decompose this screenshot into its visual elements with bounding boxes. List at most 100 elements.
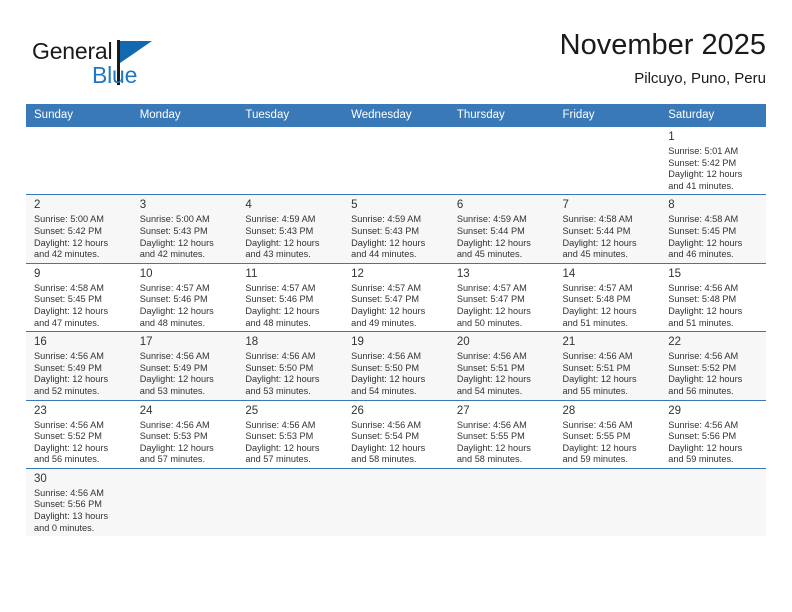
daylight-text: Daylight: 12 hours: [456, 305, 531, 316]
sunset-text: Sunset: 5:44 PM: [562, 225, 631, 236]
calendar-day-cell-empty: [343, 125, 449, 195]
daylight-text: and 41 minutes.: [668, 180, 734, 191]
daylight-text: Daylight: 12 hours: [139, 442, 214, 453]
sunset-text: Sunset: 5:49 PM: [34, 362, 102, 373]
sunrise-text: Sunrise: 4:56 AM: [351, 419, 422, 430]
sunrise-text: Sunrise: 4:59 AM: [456, 214, 527, 225]
calendar-day-cell[interactable]: 3 Sunrise: 5:00 AM Sunset: 5:43 PM Daylight…: [131, 194, 238, 264]
day-cell-content: 13 Sunrise: 4:57 AM Sunset: 5:47 PM Dayligh…: [449, 264, 555, 331]
day-number: 21: [562, 336, 576, 349]
daylight-text: Daylight: 12 hours: [351, 305, 426, 316]
day-number: 17: [139, 336, 153, 349]
weekday-header-saturday: Saturday: [660, 104, 766, 127]
calendar-day-cell-empty: [26, 125, 132, 195]
day-cell-content: [555, 127, 661, 194]
calendar-day-cell[interactable]: 15 Sunrise: 4:56 AM Sunset: 5:48 PM Dayligh…: [660, 262, 766, 332]
calendar-day-cell[interactable]: 5 Sunrise: 4:59 AM Sunset: 5:43 PM Daylight…: [343, 194, 449, 264]
page-header: General Blue November 2025 Pilcuyo, Puno…: [26, 28, 766, 98]
calendar-day-cell[interactable]: 14 Sunrise: 4:57 AM Sunset: 5:48 PM Dayligh…: [554, 262, 661, 332]
sunrise-text: Sunrise: 4:56 AM: [351, 351, 422, 362]
calendar-day-cell[interactable]: 25 Sunrise: 4:56 AM Sunset: 5:53 PM Dayligh…: [237, 399, 344, 469]
daylight-text: Daylight: 12 hours: [245, 374, 320, 385]
day-cell-content: 21 Sunrise: 4:56 AM Sunset: 5:51 PM Dayligh…: [555, 332, 661, 399]
calendar-day-cell-empty: [554, 125, 661, 195]
calendar-day-cell[interactable]: 29 Sunrise: 4:56 AM Sunset: 5:56 PM Dayligh…: [660, 399, 766, 469]
calendar-day-cell[interactable]: 22 Sunrise: 4:56 AM Sunset: 5:52 PM Dayligh…: [660, 331, 766, 400]
calendar-day-cell[interactable]: 27 Sunrise: 4:56 AM Sunset: 5:55 PM Dayligh…: [448, 399, 555, 469]
calendar-day-cell[interactable]: 7 Sunrise: 4:58 AM Sunset: 5:44 PM Daylight…: [554, 194, 661, 264]
sunset-text: Sunset: 5:50 PM: [245, 362, 314, 373]
calendar-day-cell[interactable]: 16 Sunrise: 4:56 AM Sunset: 5:49 PM Dayligh…: [26, 331, 132, 400]
calendar-day-cell[interactable]: 20 Sunrise: 4:56 AM Sunset: 5:51 PM Dayligh…: [448, 331, 555, 400]
day-number: 20: [456, 336, 470, 349]
day-number: 13: [456, 267, 470, 280]
daylight-text: and 54 minutes.: [456, 385, 523, 396]
sunset-text: Sunset: 5:46 PM: [245, 294, 314, 305]
daylight-text: Daylight: 12 hours: [562, 442, 637, 453]
brand-logo[interactable]: General Blue: [32, 32, 262, 92]
calendar-day-cell[interactable]: 1 Sunrise: 5:01 AM Sunset: 5:42 PM Daylight…: [660, 125, 766, 195]
calendar-day-cell[interactable]: 30 Sunrise: 4:56 AM Sunset: 5:56 PM Dayligh…: [26, 467, 132, 537]
daylight-text: Daylight: 12 hours: [245, 305, 320, 316]
page-title: November 2025: [559, 29, 766, 61]
calendar-day-cell[interactable]: 9 Sunrise: 4:58 AM Sunset: 5:45 PM Daylight…: [26, 262, 132, 332]
calendar-day-cell[interactable]: 21 Sunrise: 4:56 AM Sunset: 5:51 PM Dayligh…: [554, 331, 661, 400]
calendar-day-cell[interactable]: 24 Sunrise: 4:56 AM Sunset: 5:53 PM Dayligh…: [131, 399, 238, 469]
sunrise-text: Sunrise: 4:56 AM: [34, 487, 104, 498]
calendar-day-cell[interactable]: 19 Sunrise: 4:56 AM Sunset: 5:50 PM Dayligh…: [343, 331, 449, 400]
sunrise-text: Sunrise: 4:57 AM: [456, 282, 527, 293]
sunrise-text: Sunrise: 4:59 AM: [245, 214, 316, 225]
calendar-week-row: 1 Sunrise: 5:01 AM Sunset: 5:42 PM Daylight…: [26, 125, 766, 195]
sunrise-text: Sunrise: 4:58 AM: [668, 214, 739, 225]
day-cell-content: 16 Sunrise: 4:56 AM Sunset: 5:49 PM Dayligh…: [26, 332, 132, 399]
calendar-day-cell[interactable]: 8 Sunrise: 4:58 AM Sunset: 5:45 PM Daylight…: [660, 194, 766, 264]
sunrise-text: Sunrise: 4:56 AM: [139, 419, 210, 430]
calendar-day-cell[interactable]: 6 Sunrise: 4:59 AM Sunset: 5:44 PM Daylight…: [448, 194, 555, 264]
sunset-text: Sunset: 5:52 PM: [34, 431, 102, 442]
calendar-day-cell[interactable]: 10 Sunrise: 4:57 AM Sunset: 5:46 PM Dayligh…: [131, 262, 238, 332]
daylight-text: Daylight: 12 hours: [351, 374, 426, 385]
sunset-text: Sunset: 5:43 PM: [245, 225, 314, 236]
daylight-text: Daylight: 12 hours: [34, 305, 109, 316]
calendar-day-cell[interactable]: 26 Sunrise: 4:56 AM Sunset: 5:54 PM Dayligh…: [343, 399, 449, 469]
calendar-day-cell-empty: [237, 467, 344, 537]
day-number: 23: [34, 404, 47, 417]
calendar-day-cell[interactable]: 12 Sunrise: 4:57 AM Sunset: 5:47 PM Dayligh…: [343, 262, 449, 332]
day-cell-content: 22 Sunrise: 4:56 AM Sunset: 5:52 PM Dayligh…: [660, 332, 766, 399]
day-cell-content: [26, 127, 132, 194]
calendar-day-cell[interactable]: 4 Sunrise: 4:59 AM Sunset: 5:43 PM Daylight…: [237, 194, 344, 264]
sunrise-text: Sunrise: 4:56 AM: [139, 351, 210, 362]
sunset-text: Sunset: 5:54 PM: [351, 431, 420, 442]
daylight-text: and 57 minutes.: [139, 454, 206, 465]
sunset-text: Sunset: 5:50 PM: [351, 362, 420, 373]
day-cell-content: 4 Sunrise: 4:59 AM Sunset: 5:43 PM Daylight…: [237, 195, 343, 262]
sunset-text: Sunset: 5:51 PM: [562, 362, 631, 373]
calendar-day-cell[interactable]: 23 Sunrise: 4:56 AM Sunset: 5:52 PM Dayligh…: [26, 399, 132, 469]
day-number: 15: [668, 267, 682, 280]
calendar-day-cell[interactable]: 17 Sunrise: 4:56 AM Sunset: 5:49 PM Dayligh…: [131, 331, 238, 400]
day-cell-content: [237, 127, 343, 194]
calendar-day-cell[interactable]: 18 Sunrise: 4:56 AM Sunset: 5:50 PM Dayligh…: [237, 331, 344, 400]
daylight-text: and 54 minutes.: [351, 385, 417, 396]
sunset-text: Sunset: 5:46 PM: [139, 294, 208, 305]
day-number: 25: [245, 404, 259, 417]
calendar-day-cell[interactable]: 2 Sunrise: 5:00 AM Sunset: 5:42 PM Daylight…: [26, 194, 132, 264]
day-cell-content: 14 Sunrise: 4:57 AM Sunset: 5:48 PM Dayligh…: [555, 264, 661, 331]
day-cell-content: 7 Sunrise: 4:58 AM Sunset: 5:44 PM Daylight…: [555, 195, 661, 262]
calendar-day-cell[interactable]: 28 Sunrise: 4:56 AM Sunset: 5:55 PM Dayligh…: [554, 399, 661, 469]
calendar-day-cell[interactable]: 13 Sunrise: 4:57 AM Sunset: 5:47 PM Dayligh…: [448, 262, 555, 332]
daylight-text: and 42 minutes.: [34, 249, 100, 260]
calendar-week-row: 9 Sunrise: 4:58 AM Sunset: 5:45 PM Daylight…: [26, 262, 766, 332]
calendar-day-cell-empty: [660, 467, 766, 537]
sunset-text: Sunset: 5:45 PM: [668, 225, 737, 236]
day-cell-content: [449, 127, 555, 194]
daylight-text: and 0 minutes.: [34, 522, 95, 533]
daylight-text: Daylight: 12 hours: [668, 305, 743, 316]
daylight-text: Daylight: 12 hours: [456, 442, 531, 453]
day-number: 26: [351, 404, 364, 417]
weekday-header-wednesday: Wednesday: [343, 104, 449, 127]
day-cell-content: 5 Sunrise: 4:59 AM Sunset: 5:43 PM Daylight…: [343, 195, 449, 262]
calendar-day-cell[interactable]: 11 Sunrise: 4:57 AM Sunset: 5:46 PM Dayligh…: [237, 262, 344, 332]
daylight-text: and 50 minutes.: [456, 317, 523, 328]
sunrise-text: Sunrise: 4:57 AM: [139, 282, 210, 293]
